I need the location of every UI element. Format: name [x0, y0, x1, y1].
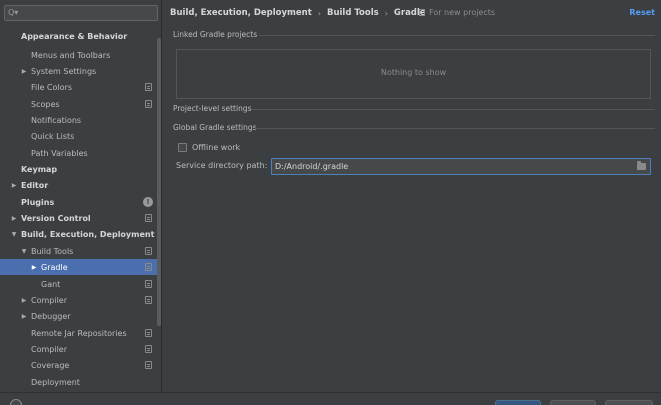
help-button[interactable] — [10, 399, 22, 405]
sidebar-item[interactable]: Menus and Toolbars — [0, 47, 158, 63]
project-settings-icon — [145, 263, 152, 271]
sidebar-item-label: Scopes — [31, 99, 60, 109]
empty-list-text: Nothing to show — [380, 68, 447, 77]
sidebar-item[interactable]: Appearance & Behavior — [0, 28, 158, 44]
section-divider — [251, 109, 655, 110]
sidebar-item[interactable]: Gant — [0, 276, 158, 292]
chevron-right-icon: › — [317, 8, 321, 18]
sidebar-item[interactable]: ▼ Build, Execution, Deployment — [0, 226, 158, 242]
project-settings-icon — [145, 214, 152, 222]
service-directory-label: Service directory path: — [176, 161, 268, 170]
offline-work-checkbox[interactable] — [178, 143, 187, 152]
cancel-button[interactable] — [550, 400, 596, 405]
chevron-down-icon[interactable]: ▼ — [20, 248, 28, 255]
breadcrumb: Build, Execution, Deployment › Build Too… — [170, 6, 426, 20]
sidebar-item-label: Build Tools — [31, 246, 74, 256]
chevron-down-icon[interactable]: ▼ — [10, 231, 18, 238]
sidebar-item[interactable]: Path Variables — [0, 145, 158, 161]
chevron-right-icon[interactable]: ▶ — [10, 182, 18, 189]
sidebar-item-label: System Settings — [31, 66, 97, 76]
reset-link[interactable]: Reset — [629, 8, 655, 17]
document-icon — [419, 9, 425, 16]
sidebar-item-label: Remote Jar Repositories — [31, 328, 127, 338]
breadcrumb-item: Build Tools — [326, 8, 379, 18]
sidebar-item-label: Path Variables — [31, 148, 88, 158]
apply-button[interactable] — [605, 400, 653, 405]
settings-sidebar: Q▾ Appearance & Behavior Menus and Toolba… — [0, 0, 162, 392]
section-divider — [255, 128, 655, 129]
sidebar-item[interactable]: Quick Lists — [0, 128, 158, 144]
linked-projects-label: Linked Gradle projects — [173, 30, 258, 39]
sidebar-item[interactable]: Deployment — [0, 374, 158, 390]
sidebar-item-label: Quick Lists — [31, 131, 75, 141]
sidebar-item[interactable]: Plugins! — [0, 194, 158, 210]
linked-projects-list[interactable]: Nothing to show — [176, 49, 651, 99]
breadcrumb-item: Build, Execution, Deployment — [170, 8, 312, 18]
settings-content: Build, Execution, Deployment › Build Too… — [163, 0, 661, 392]
project-settings-icon — [145, 361, 152, 369]
sidebar-item-label: Keymap — [21, 164, 58, 174]
offline-work-label: Offline work — [192, 143, 241, 152]
service-directory-input[interactable] — [275, 161, 625, 172]
offline-work-option[interactable]: Offline work — [178, 143, 240, 152]
sidebar-item[interactable]: Keymap — [0, 161, 158, 177]
sidebar-item-label: File Colors — [31, 82, 72, 92]
search-icon: Q▾ — [8, 8, 19, 17]
sidebar-item[interactable]: Notifications — [0, 112, 158, 128]
info-icon: ! — [143, 197, 153, 207]
sidebar-item[interactable]: Compiler — [0, 341, 158, 357]
sidebar-item[interactable]: ▶ Debugger — [0, 308, 158, 324]
sidebar-item[interactable]: Coverage — [0, 357, 158, 373]
sidebar-item-label: Compiler — [31, 295, 68, 305]
dialog-footer — [0, 392, 661, 405]
sidebar-scrollbar[interactable] — [157, 38, 161, 326]
sidebar-item-label: Build, Execution, Deployment — [21, 229, 155, 239]
sidebar-item-label: Gradle — [41, 262, 68, 272]
ok-button[interactable] — [495, 400, 541, 405]
sidebar-item-label: Version Control — [21, 213, 91, 223]
search-input[interactable] — [21, 7, 153, 19]
project-settings-icon — [145, 83, 152, 91]
sidebar-item[interactable]: Remote Jar Repositories — [0, 325, 158, 341]
section-divider — [259, 35, 655, 36]
sidebar-item[interactable]: ▶ System Settings — [0, 63, 158, 79]
sidebar-item[interactable]: ▶ Editor — [0, 177, 158, 193]
settings-search[interactable]: Q▾ — [4, 5, 158, 21]
chevron-right-icon[interactable]: ▶ — [20, 68, 28, 75]
for-new-projects-hint: For new projects — [419, 8, 495, 17]
sidebar-item-label: Gant — [41, 279, 61, 289]
sidebar-item-label: Deployment — [31, 377, 80, 387]
service-directory-field[interactable] — [271, 158, 651, 175]
project-settings-icon — [145, 280, 152, 288]
sidebar-item-label: Editor — [21, 180, 49, 190]
project-settings-icon — [145, 296, 152, 304]
global-gradle-settings-label: Global Gradle settings — [173, 123, 257, 132]
sidebar-item[interactable]: File Colors — [0, 79, 158, 95]
sidebar-item-label: Notifications — [31, 115, 82, 125]
for-new-projects-label: For new projects — [429, 8, 496, 17]
sidebar-item-label: Menus and Toolbars — [31, 50, 111, 60]
sidebar-item[interactable]: Scopes — [0, 96, 158, 112]
chevron-right-icon[interactable]: ▶ — [20, 313, 28, 320]
sidebar-item[interactable]: ▶ Compiler — [0, 292, 158, 308]
project-settings-icon — [145, 329, 152, 337]
sidebar-item[interactable]: ▼ Build Tools — [0, 243, 158, 259]
sidebar-item-label: Plugins — [21, 197, 55, 207]
sidebar-item[interactable]: ▶ Gradle — [0, 259, 158, 275]
sidebar-item-label: Compiler — [31, 344, 68, 354]
sidebar-item-label: Coverage — [31, 360, 70, 370]
folder-icon[interactable] — [637, 161, 646, 170]
project-settings-icon — [145, 100, 152, 108]
project-settings-icon — [145, 247, 152, 255]
sidebar-item-label: Appearance & Behavior — [21, 31, 128, 41]
project-level-settings-label: Project-level settings — [173, 104, 252, 113]
chevron-right-icon[interactable]: ▶ — [20, 297, 28, 304]
chevron-right-icon[interactable]: ▶ — [10, 215, 18, 222]
chevron-right-icon: › — [384, 8, 388, 18]
chevron-right-icon[interactable]: ▶ — [30, 264, 38, 271]
project-settings-icon — [145, 345, 152, 353]
sidebar-item[interactable]: ▶ Version Control — [0, 210, 158, 226]
sidebar-item-label: Debugger — [31, 311, 71, 321]
